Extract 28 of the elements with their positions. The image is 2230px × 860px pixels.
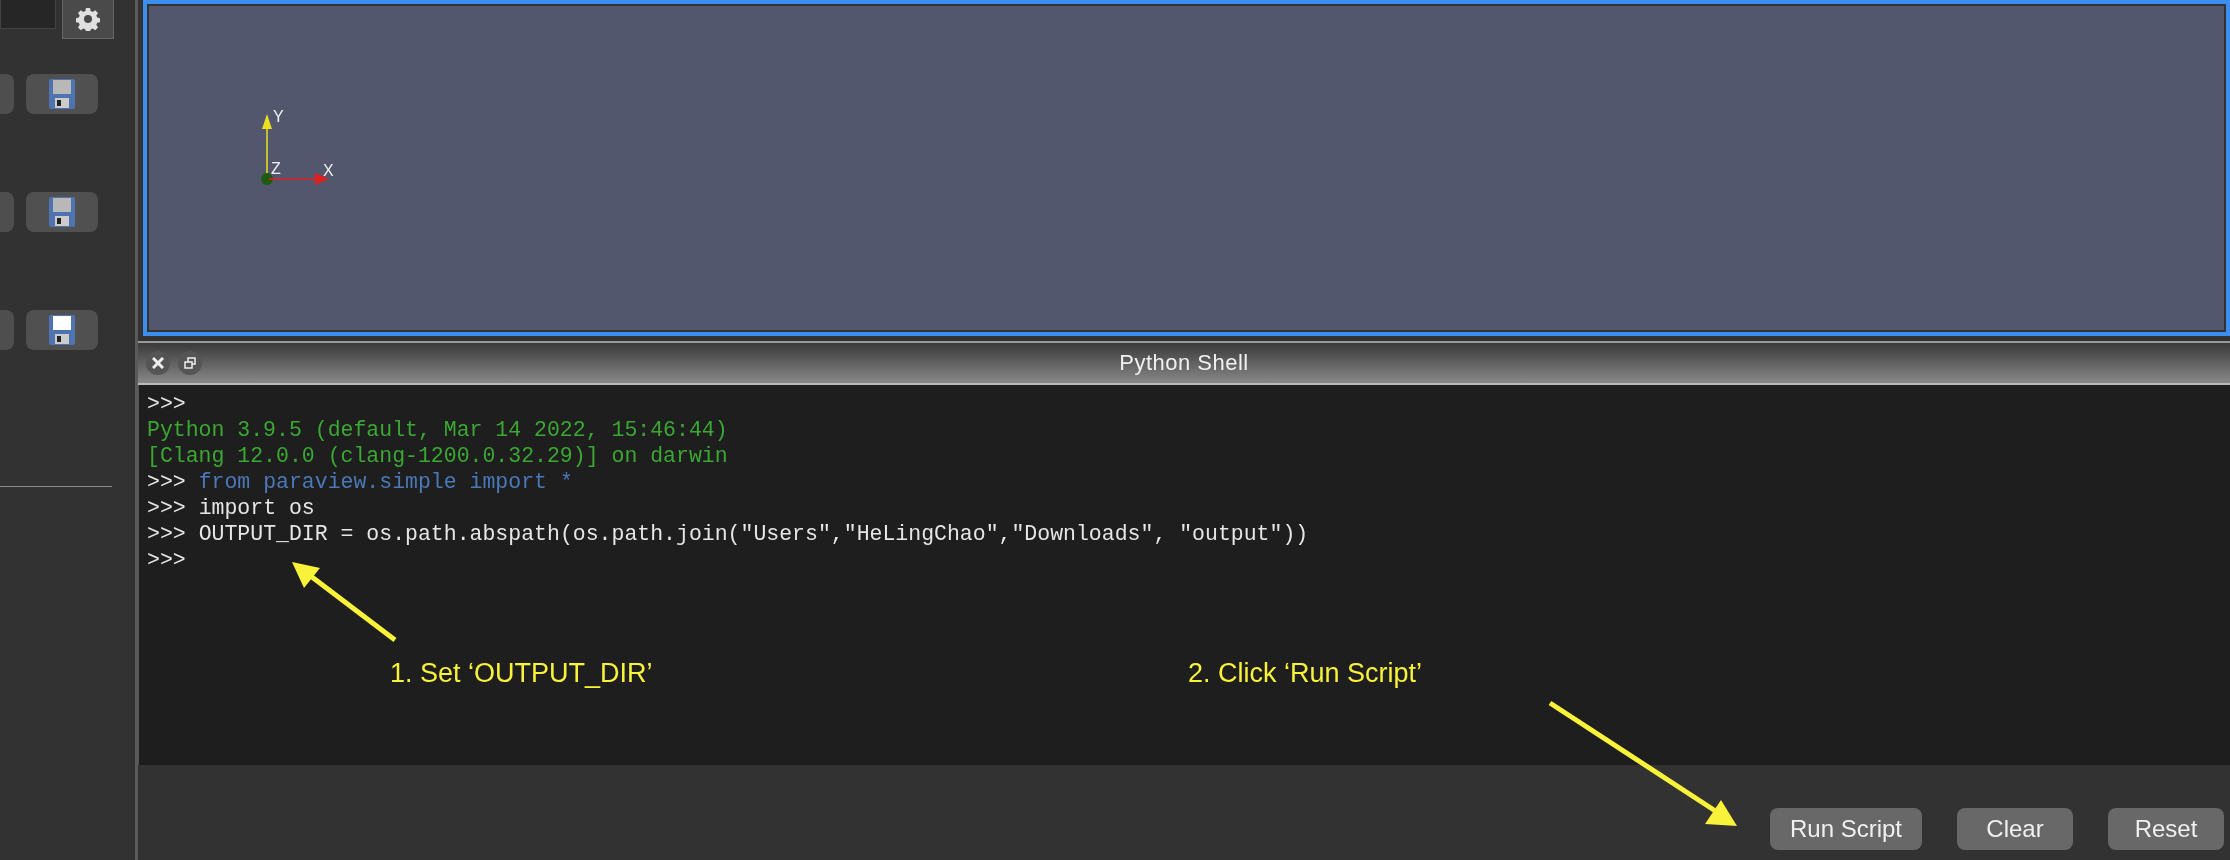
axis-label: Z (271, 160, 281, 177)
axis-label: X (323, 162, 334, 179)
render-view[interactable]: Y Z X (143, 0, 2230, 336)
console-line: import os (198, 495, 315, 521)
settings-button[interactable] (62, 0, 114, 39)
axis-label: Y (273, 108, 284, 125)
shell-button[interactable]: Reset (2108, 808, 2224, 850)
close-button[interactable] (146, 351, 170, 375)
windows-icon (184, 357, 196, 369)
console-prompt: >>> (147, 469, 186, 495)
console-prompt: >>> (147, 495, 186, 521)
console-line: from paraview.simple import * (198, 469, 573, 495)
shell-button[interactable]: Clear (1957, 808, 2073, 850)
annotation-text: 1. Set ‘OUTPUT_DIR’ (390, 658, 653, 689)
shell-button[interactable]: Run Script (1769, 808, 1922, 850)
annotation-text: 2. Click ‘Run Script’ (1188, 658, 1423, 689)
console-prompt: >>> (147, 391, 186, 417)
close-icon (152, 357, 164, 369)
undock-button[interactable] (178, 351, 202, 375)
console-line: [Clang 12.0.0 (clang-1200.0.32.29)] on darwin (147, 443, 728, 469)
console-prompt: >>> (147, 521, 186, 547)
text-field[interactable] (0, 0, 56, 29)
console-line: Python 3.9.5 (default, Mar 14 2022, 15:46:44) (147, 417, 728, 443)
save-button[interactable] (26, 310, 98, 350)
settings-icon (76, 7, 100, 31)
panel-title: Python Shell (1119, 350, 1249, 375)
console-line: OUTPUT_DIR = os.path.abspath(os.path.join("Users","HeLingChao","Downloads", "output")) (198, 521, 1309, 547)
console-prompt: >>> (147, 547, 186, 573)
